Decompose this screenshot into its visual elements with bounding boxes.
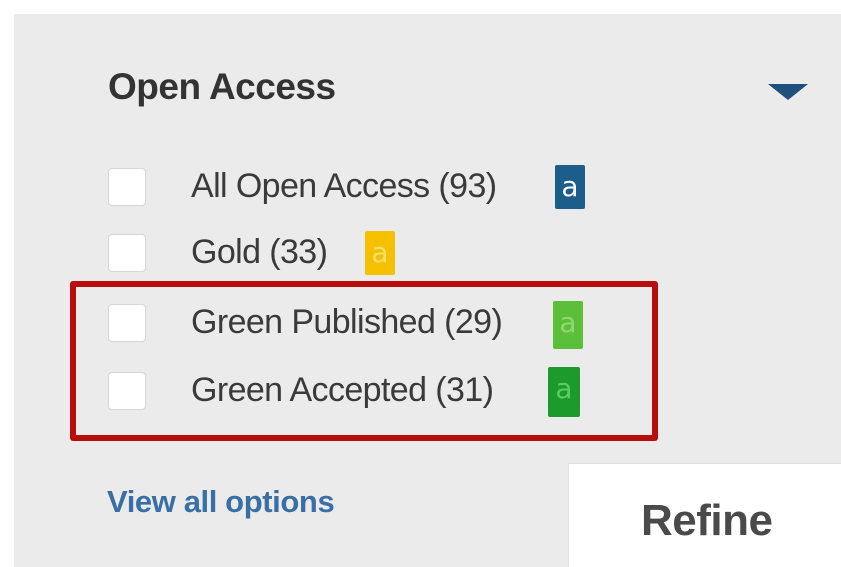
view-all-options-link[interactable]: View all options — [107, 484, 335, 520]
checkbox-gold[interactable] — [108, 234, 146, 272]
checkbox-green-published[interactable] — [108, 304, 146, 342]
refine-button[interactable]: Refine — [568, 463, 841, 567]
checkbox-green-accepted[interactable] — [108, 372, 146, 410]
gold-open-access-icon: a — [365, 231, 395, 275]
open-access-icon: a — [555, 165, 585, 209]
green-accepted-icon: a — [548, 367, 580, 417]
filter-option-green-accepted[interactable]: Green Accepted (31) a — [0, 362, 700, 424]
option-label: Gold (33) — [191, 233, 328, 271]
filter-option-all-open-access[interactable]: All Open Access (93) a — [0, 158, 700, 220]
filter-option-gold[interactable]: Gold (33) a — [0, 224, 700, 286]
green-published-icon: a — [553, 301, 583, 349]
refine-button-label: Refine — [641, 496, 773, 545]
filter-title: Open Access — [108, 66, 336, 107]
checkbox-all-open-access[interactable] — [108, 168, 146, 206]
chevron-down-icon[interactable] — [768, 84, 808, 100]
option-label: Green Accepted (31) — [191, 371, 494, 409]
option-label: Green Published (29) — [191, 303, 503, 341]
filter-option-green-published[interactable]: Green Published (29) a — [0, 294, 700, 356]
option-label: All Open Access (93) — [191, 167, 497, 205]
